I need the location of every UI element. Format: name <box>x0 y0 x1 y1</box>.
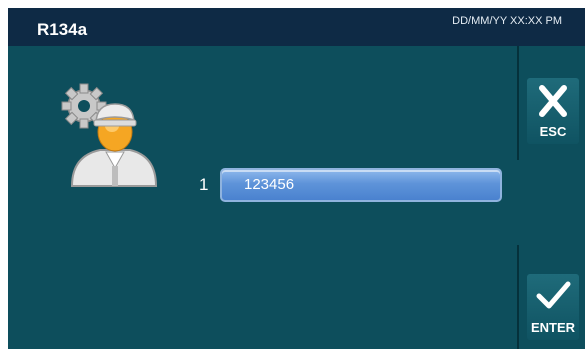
close-x-icon <box>539 85 567 117</box>
password-value: 123456 <box>244 176 295 193</box>
esc-button[interactable]: ESC <box>527 78 579 144</box>
entry-number: 1 <box>199 175 209 194</box>
bottom-border <box>0 349 585 356</box>
password-input[interactable]: 123456 <box>220 168 502 202</box>
refrigerant-title: R134a <box>37 20 88 39</box>
technician-with-gear-icon <box>61 83 158 187</box>
esc-label: ESC <box>539 124 567 139</box>
enter-label: ENTER <box>530 320 576 335</box>
panel-divider-top <box>517 46 519 160</box>
datetime-display: DD/MM/YY XX:XX PM <box>452 15 562 27</box>
hmi-screen: R134a DD/MM/YY XX:XX PM 1 123456 ESC ENT… <box>0 0 585 356</box>
panel-divider-bottom <box>517 245 519 349</box>
main-panel: 1 123456 <box>8 46 519 349</box>
checkmark-icon <box>536 281 571 309</box>
top-border <box>0 0 585 8</box>
title-bar: R134a DD/MM/YY XX:XX PM <box>8 8 585 46</box>
enter-button[interactable]: ENTER <box>527 274 579 340</box>
